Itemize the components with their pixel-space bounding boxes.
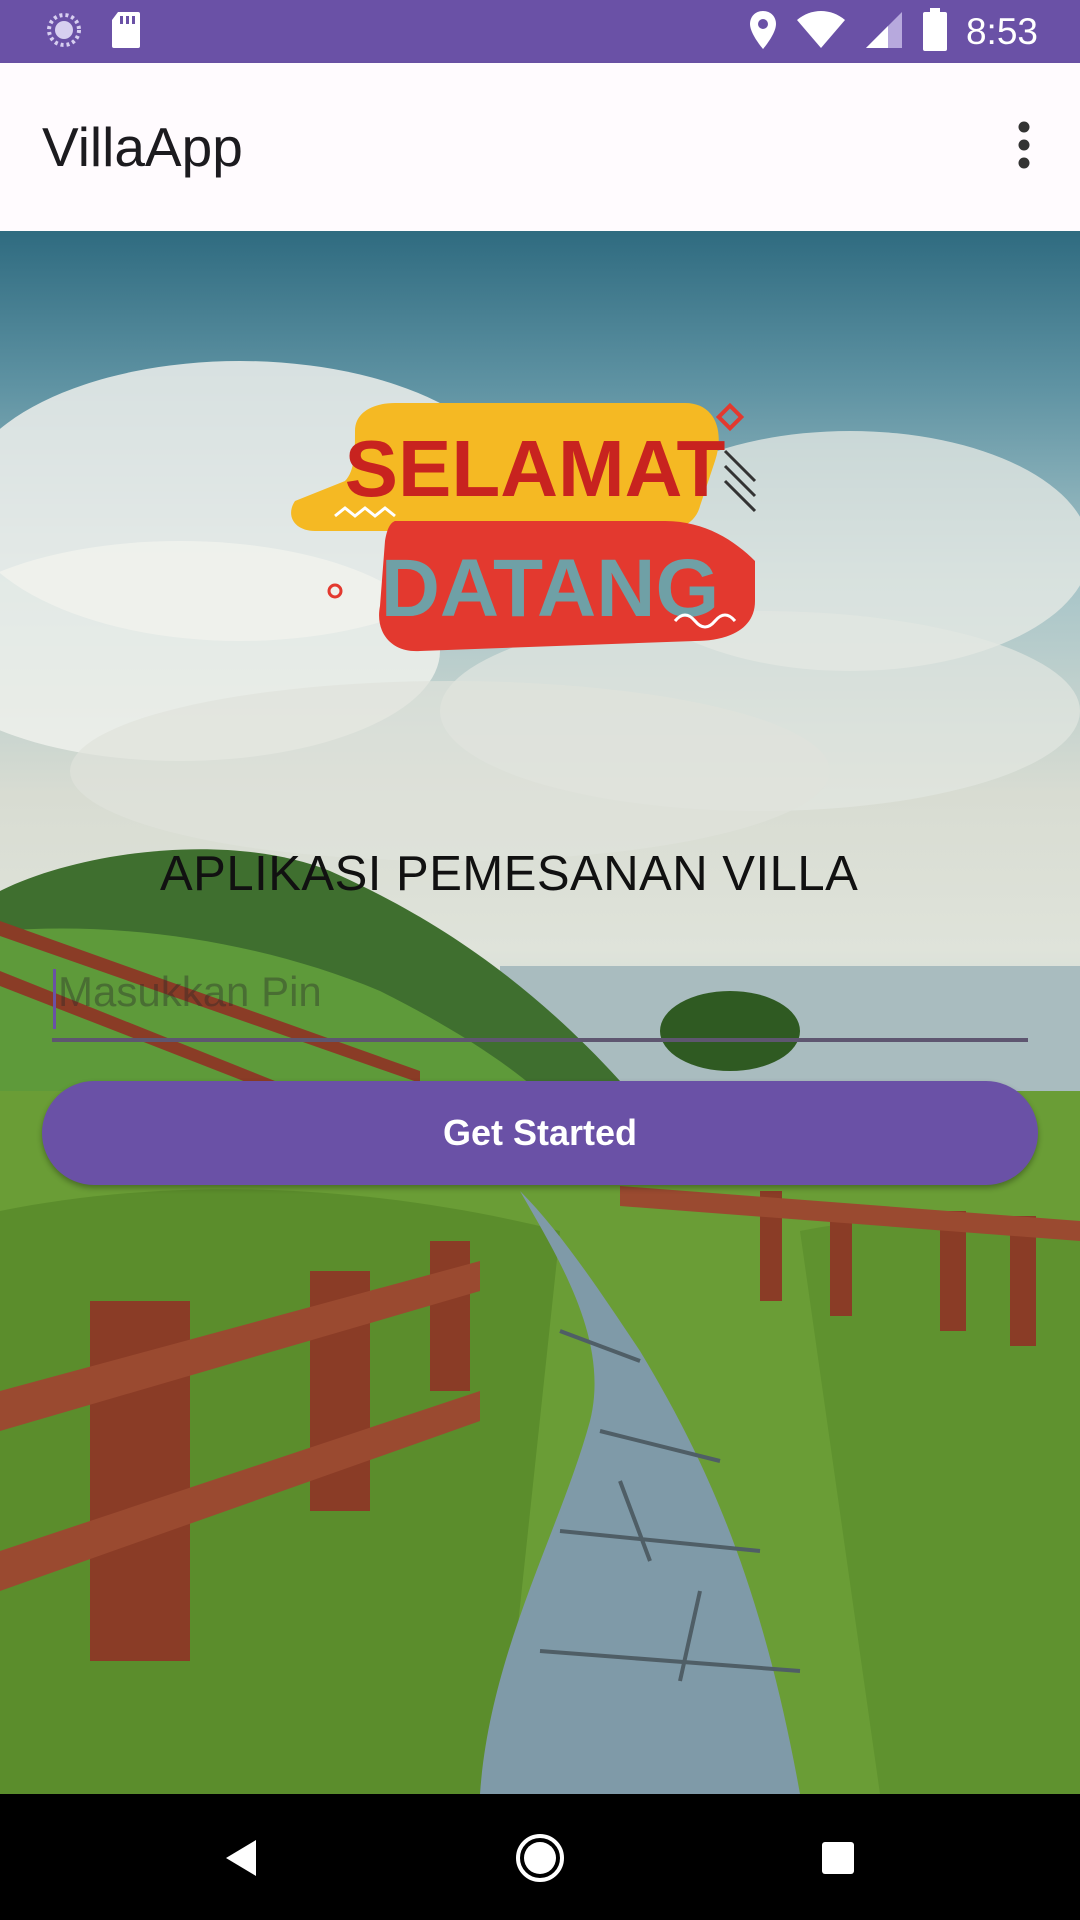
battery-icon bbox=[922, 8, 948, 56]
sd-card-icon bbox=[110, 10, 142, 54]
home-button[interactable] bbox=[504, 1822, 576, 1894]
back-button[interactable] bbox=[206, 1822, 278, 1894]
app-bar: VillaApp bbox=[0, 63, 1080, 231]
back-icon bbox=[226, 1840, 256, 1876]
app-title: VillaApp bbox=[42, 116, 243, 178]
location-icon bbox=[748, 9, 778, 55]
overflow-menu-button[interactable] bbox=[992, 113, 1056, 177]
status-clock: 8:53 bbox=[965, 11, 1038, 52]
navigation-bar bbox=[0, 1794, 1080, 1920]
status-bar: 8:53 bbox=[0, 0, 1080, 63]
signal-icon bbox=[864, 10, 904, 54]
recents-button[interactable] bbox=[802, 1822, 874, 1894]
tagline: APLIKASI PEMESANAN VILLA bbox=[160, 847, 859, 901]
logo-line1: SELAMAT bbox=[345, 424, 726, 513]
welcome-logo: SELAMAT DATANG bbox=[291, 402, 757, 652]
main-content: SELAMAT DATANG APLIKASI PEMESANAN VILLA … bbox=[0, 231, 1080, 1794]
more-vert-icon bbox=[1018, 121, 1030, 169]
sync-icon bbox=[44, 10, 84, 54]
get-started-button[interactable]: Get Started bbox=[42, 1081, 1038, 1185]
wifi-icon bbox=[796, 10, 846, 54]
home-icon bbox=[516, 1834, 564, 1882]
logo-line2: DATANG bbox=[381, 543, 720, 634]
pin-input[interactable] bbox=[52, 946, 1028, 1042]
recents-icon bbox=[822, 1842, 854, 1874]
text-cursor bbox=[53, 969, 56, 1029]
